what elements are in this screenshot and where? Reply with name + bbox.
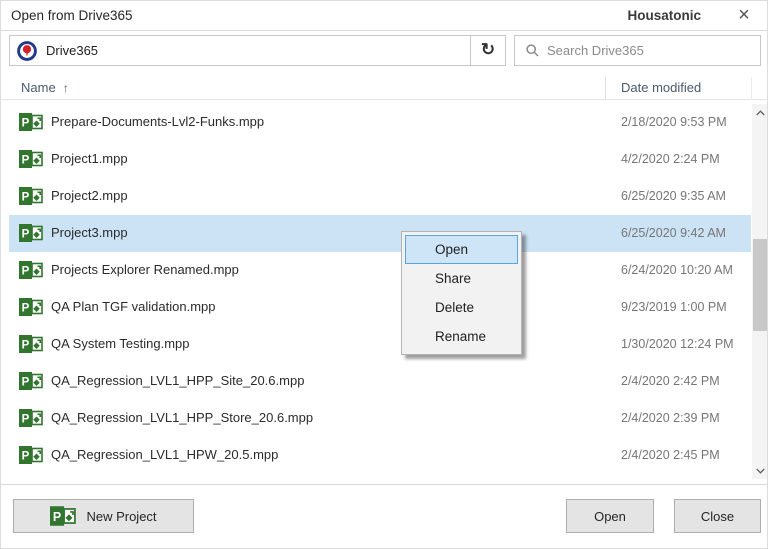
scrollbar[interactable]	[752, 104, 767, 479]
file-name: Project2.mpp	[51, 188, 128, 203]
column-header-name[interactable]: Name ↑	[21, 80, 69, 95]
scrollbar-thumb[interactable]	[753, 239, 767, 331]
context-menu-item[interactable]: Open	[405, 235, 518, 264]
file-name: Projects Explorer Renamed.mpp	[51, 262, 239, 277]
dialog-title: Open from Drive365	[11, 8, 133, 23]
file-date: 4/2/2020 2:24 PM	[621, 152, 720, 166]
column-divider	[605, 77, 606, 100]
file-name: QA Plan TGF validation.mpp	[51, 299, 216, 314]
file-date: 2/4/2020 2:45 PM	[621, 448, 720, 462]
file-date: 6/25/2020 9:42 AM	[621, 226, 726, 240]
title-bar: Open from Drive365 Housatonic ×	[1, 1, 767, 31]
context-menu-item[interactable]: Delete	[405, 293, 518, 322]
project-file-icon: P	[19, 224, 43, 242]
file-row[interactable]: P QA System Testing.mpp 1/30/2020 12:24 …	[9, 326, 751, 363]
context-menu-item[interactable]: Rename	[405, 322, 518, 351]
file-row[interactable]: P QA Plan TGF validation.mpp 9/23/2019 1…	[9, 289, 751, 326]
file-name: Project3.mpp	[51, 225, 128, 240]
file-row[interactable]: P Projects Explorer Renamed.mpp 6/24/202…	[9, 252, 751, 289]
file-row[interactable]: P Prepare-Documents-Lvl2-Funks.mpp 2/18/…	[9, 104, 751, 141]
project-file-icon: P	[50, 506, 77, 526]
file-date: 1/30/2020 12:24 PM	[621, 337, 734, 351]
project-file-icon: P	[19, 261, 43, 279]
open-from-drive365-dialog: Open from Drive365 Housatonic × Drive365…	[0, 0, 768, 549]
file-name: Prepare-Documents-Lvl2-Funks.mpp	[51, 114, 265, 129]
sort-ascending-icon: ↑	[62, 81, 69, 95]
refresh-icon[interactable]: ↻	[470, 36, 505, 65]
location-value: Drive365	[46, 43, 99, 58]
file-name: QA System Testing.mpp	[51, 336, 190, 351]
svg-text:P: P	[22, 266, 30, 278]
close-icon[interactable]: ×	[729, 1, 759, 31]
file-row[interactable]: P QA_Regression_LVL1_HPW_20.5.mpp 2/4/20…	[9, 437, 751, 474]
file-date: 6/25/2020 9:35 AM	[621, 189, 726, 203]
file-name: QA_Regression_LVL1_HPW_20.5.mpp	[51, 447, 279, 462]
file-row[interactable]: P QA_Regression_LVL1_HPP_Store_20.6.mpp …	[9, 400, 751, 437]
column-headers: Name ↑ Date modified	[1, 77, 767, 100]
file-date: 2/18/2020 9:53 PM	[621, 115, 727, 129]
file-date: 9/23/2019 1:00 PM	[621, 300, 727, 314]
svg-text:P: P	[22, 414, 30, 426]
brand-name: Housatonic	[627, 8, 701, 23]
svg-text:P: P	[22, 377, 30, 389]
search-icon	[526, 44, 539, 57]
column-header-date-modified[interactable]: Date modified	[621, 80, 701, 95]
project-file-icon: P	[19, 113, 43, 131]
search-box	[514, 35, 761, 66]
file-row[interactable]: P Project3.mpp 6/25/2020 9:42 AM	[9, 215, 751, 252]
file-row[interactable]: P Project1.mpp 4/2/2020 2:24 PM	[9, 141, 751, 178]
scroll-up-icon[interactable]	[752, 104, 767, 121]
scroll-down-icon[interactable]	[752, 462, 767, 479]
svg-text:P: P	[22, 192, 30, 204]
project-file-icon: P	[19, 298, 43, 316]
context-menu-item[interactable]: Share	[405, 264, 518, 293]
project-file-icon: P	[19, 372, 43, 390]
project-file-icon: P	[19, 150, 43, 168]
footer-divider	[1, 484, 767, 485]
file-list: P Prepare-Documents-Lvl2-Funks.mpp 2/18/…	[9, 104, 751, 474]
file-name: Project1.mpp	[51, 151, 128, 166]
drive365-logo-icon	[17, 41, 37, 61]
location-field[interactable]: Drive365 ↻	[9, 35, 506, 66]
file-row[interactable]: P QA_Regression_LVL1_HPP_Site_20.6.mpp 2…	[9, 363, 751, 400]
file-date: 2/4/2020 2:42 PM	[621, 374, 720, 388]
file-date: 6/24/2020 10:20 AM	[621, 263, 733, 277]
search-input[interactable]	[547, 37, 752, 64]
column-divider-right	[751, 77, 752, 100]
project-file-icon: P	[19, 335, 43, 353]
new-project-button[interactable]: P New Project	[13, 499, 194, 533]
project-file-icon: P	[19, 409, 43, 427]
svg-text:P: P	[53, 510, 61, 524]
file-date: 2/4/2020 2:39 PM	[621, 411, 720, 425]
file-row[interactable]: P Project2.mpp 6/25/2020 9:35 AM	[9, 178, 751, 215]
project-file-icon: P	[19, 187, 43, 205]
file-name: QA_Regression_LVL1_HPP_Site_20.6.mpp	[51, 373, 305, 388]
svg-text:P: P	[22, 118, 30, 130]
close-button[interactable]: Close	[674, 499, 761, 533]
file-name: QA_Regression_LVL1_HPP_Store_20.6.mpp	[51, 410, 314, 425]
new-project-icon: P	[50, 505, 77, 527]
open-button[interactable]: Open	[566, 499, 654, 533]
project-file-icon: P	[19, 446, 43, 464]
context-menu: Open Share Delete Rename	[401, 231, 522, 355]
svg-text:P: P	[22, 303, 30, 315]
svg-text:P: P	[22, 340, 30, 352]
svg-text:P: P	[22, 451, 30, 463]
svg-text:P: P	[22, 155, 30, 167]
svg-text:P: P	[22, 229, 30, 241]
